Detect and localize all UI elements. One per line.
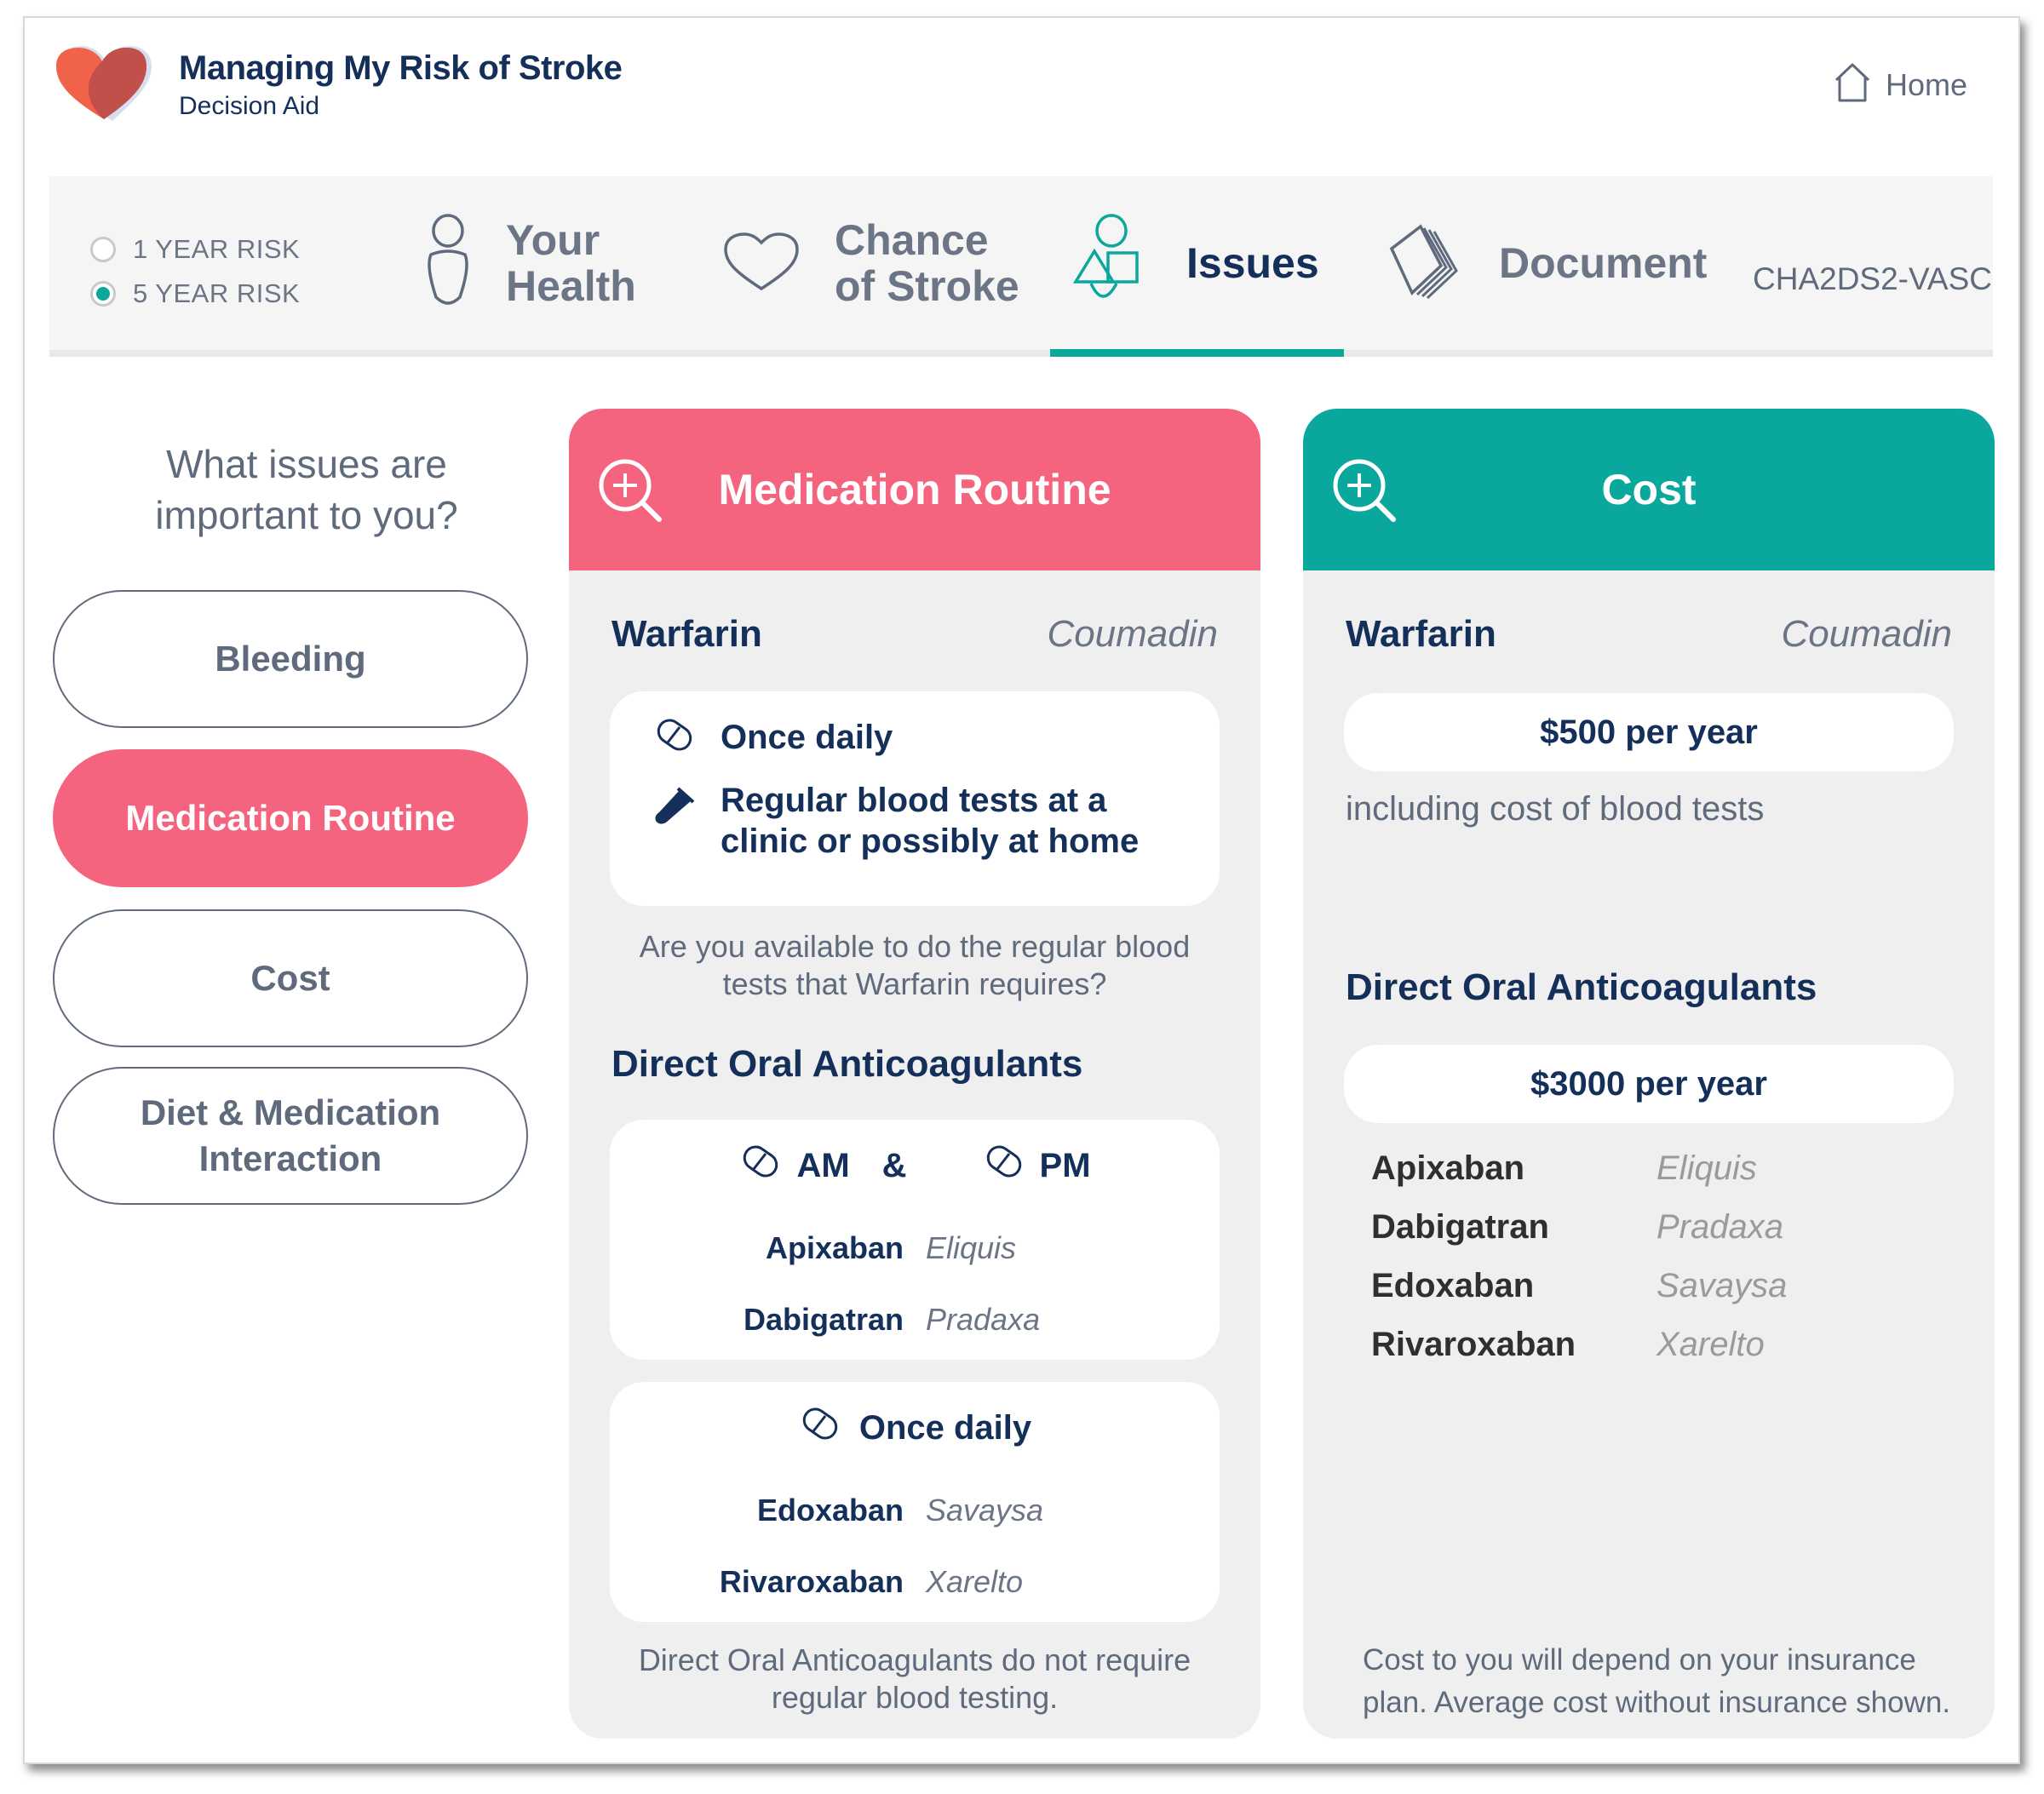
drug-brand: Pradaxa [1656, 1208, 1783, 1246]
pill-icon [798, 1406, 841, 1449]
drug-brand: Pradaxa [926, 1302, 1041, 1337]
drug-brand: Savaysa [1656, 1267, 1788, 1304]
schedule-once-daily: Once daily [858, 1408, 1032, 1447]
warfarin-routine-box: Once daily Regular blood tests at a clin… [610, 691, 1220, 906]
routine-text: Once daily [721, 719, 893, 756]
issue-button-medication-routine[interactable]: Medication Routine [53, 749, 528, 887]
tab-label-line2: Health [506, 262, 636, 310]
pill-icon [982, 1143, 1025, 1187]
card-title: Medication Routine [718, 466, 1111, 513]
issues-question: What issues are important to you? [155, 442, 458, 537]
list-item: Rivaroxaban Xarelto [1371, 1315, 1787, 1374]
document-stack-icon [1387, 223, 1468, 304]
issue-button-bleeding[interactable]: Bleeding [53, 590, 528, 728]
pill-icon [652, 717, 695, 760]
heart-outline-icon [722, 231, 801, 296]
drug-brand: Savaysa [926, 1493, 1044, 1527]
drug-generic: Edoxaban [1371, 1267, 1535, 1304]
drug-generic: Warfarin [611, 613, 762, 655]
tab-label-line2: of Stroke [835, 262, 1019, 310]
heart-logo-icon [53, 43, 158, 128]
risk-option-label: 1 YEAR RISK [133, 234, 301, 264]
list-item: Edoxaban Savaysa [1371, 1257, 1787, 1315]
warfarin-note: Are you available to do the regular bloo… [639, 929, 1191, 1001]
drug-pair: Apixaban Eliquis [610, 1230, 1220, 1266]
risk-option-5-year[interactable]: 5 YEAR RISK [90, 278, 300, 309]
app-title: Managing My Risk of Stroke [179, 49, 623, 87]
drug-brand: Coumadin [1781, 613, 1952, 655]
medication-routine-card: Medication Routine Warfarin Coumadin Onc… [569, 409, 1260, 1739]
tab-your-health[interactable]: Your Health [424, 176, 636, 350]
card-header: Medication Routine [569, 409, 1260, 570]
drug-brand: Xarelto [926, 1564, 1024, 1599]
risk-option-1-year[interactable]: 1 YEAR RISK [90, 234, 300, 265]
radio-1-year[interactable] [90, 237, 116, 262]
drug-generic: Apixaban [765, 1230, 904, 1265]
list-item: Dabigatran Pradaxa [1371, 1198, 1787, 1257]
tab-chance-of-stroke[interactable]: Chance of Stroke [722, 176, 1019, 350]
test-tube-icon [652, 780, 695, 830]
drug-brand: Coumadin [1047, 613, 1218, 655]
nav-tab-bar: 1 YEAR RISK 5 YEAR RISK Your Health Chanc… [49, 176, 1993, 357]
routine-text: Regular blood tests at a clinic or possi… [721, 782, 1140, 860]
issue-button-diet-medication-interaction[interactable]: Diet & Medication Interaction [53, 1067, 528, 1205]
tab-label-line1: Chance [835, 216, 989, 264]
warfarin-price: $500 per year [1344, 693, 1954, 771]
drug-generic: Dabigatran [1371, 1208, 1549, 1246]
issue-button-cost[interactable]: Cost [53, 909, 528, 1047]
doac-twice-daily-box: AM & PM Apixaban Eliquis Dabigatran Prad… [610, 1120, 1220, 1360]
warfarin-row: Warfarin Coumadin [611, 613, 1218, 656]
tab-label-line1: Your [506, 216, 600, 264]
tab-document[interactable]: Document [1387, 176, 1707, 350]
drug-pair: Edoxaban Savaysa [610, 1493, 1220, 1528]
doac-title: Direct Oral Anticoagulants [611, 1043, 1083, 1085]
zoom-in-icon[interactable] [596, 456, 664, 529]
doac-note: Direct Oral Anticoagulants do not requir… [638, 1642, 1191, 1715]
drug-generic: Rivaroxaban [1371, 1326, 1576, 1363]
zoom-in-icon[interactable] [1330, 456, 1398, 529]
drug-generic: Dabigatran [743, 1302, 904, 1337]
warfarin-price-note: including cost of blood tests [1346, 790, 1765, 828]
tab-label: Issues [1186, 239, 1319, 287]
schedule-ampersand: & [881, 1146, 907, 1184]
doac-price: $3000 per year [1344, 1045, 1954, 1123]
drug-generic: Apixaban [1371, 1149, 1525, 1187]
cost-footnote: Cost to you will depend on your insuranc… [1363, 1643, 1951, 1719]
schedule-row: AM & PM [610, 1143, 1220, 1187]
card-header: Cost [1303, 409, 1995, 570]
doac-drug-list: Apixaban Eliquis Dabigatran Pradaxa Edox… [1371, 1139, 1787, 1374]
app-subtitle: Decision Aid [179, 92, 320, 120]
schedule-row: Once daily [610, 1406, 1220, 1449]
card-title: Cost [1601, 466, 1697, 513]
home-link[interactable]: Home [1831, 61, 1967, 108]
home-icon [1831, 61, 1874, 108]
tab-issues[interactable]: Issues [1050, 176, 1344, 357]
shapes-person-icon [1069, 213, 1157, 313]
drug-pair: Rivaroxaban Xarelto [610, 1564, 1220, 1600]
drug-pair: Dabigatran Pradaxa [610, 1302, 1220, 1338]
drug-generic: Edoxaban [756, 1493, 904, 1527]
risk-option-label: 5 YEAR RISK [133, 278, 301, 308]
warfarin-row: Warfarin Coumadin [1346, 613, 1952, 656]
drug-brand: Xarelto [1656, 1326, 1765, 1363]
drug-brand: Eliquis [1656, 1149, 1757, 1187]
home-label: Home [1886, 66, 1968, 102]
cha2ds2-vasc-score: CHA2DS2-VASC 3 [1753, 261, 1991, 296]
radio-5-year[interactable] [90, 281, 116, 307]
routine-item: Regular blood tests at a clinic or possi… [652, 780, 1163, 862]
person-icon [424, 213, 472, 313]
schedule-am: AM [796, 1146, 850, 1184]
drug-brand: Eliquis [926, 1230, 1017, 1265]
tab-label: Document [1499, 239, 1708, 287]
doac-once-daily-box: Once daily Edoxaban Savaysa Rivaroxaban … [610, 1382, 1220, 1622]
routine-item: Once daily [652, 717, 893, 760]
drug-generic: Warfarin [1346, 613, 1496, 655]
cost-card: Cost Warfarin Coumadin $500 per year inc… [1303, 409, 1995, 1739]
schedule-pm: PM [1039, 1146, 1091, 1184]
pill-icon [738, 1143, 781, 1187]
drug-generic: Rivaroxaban [719, 1564, 904, 1599]
doac-title: Direct Oral Anticoagulants [1346, 966, 1817, 1008]
list-item: Apixaban Eliquis [1371, 1139, 1787, 1198]
